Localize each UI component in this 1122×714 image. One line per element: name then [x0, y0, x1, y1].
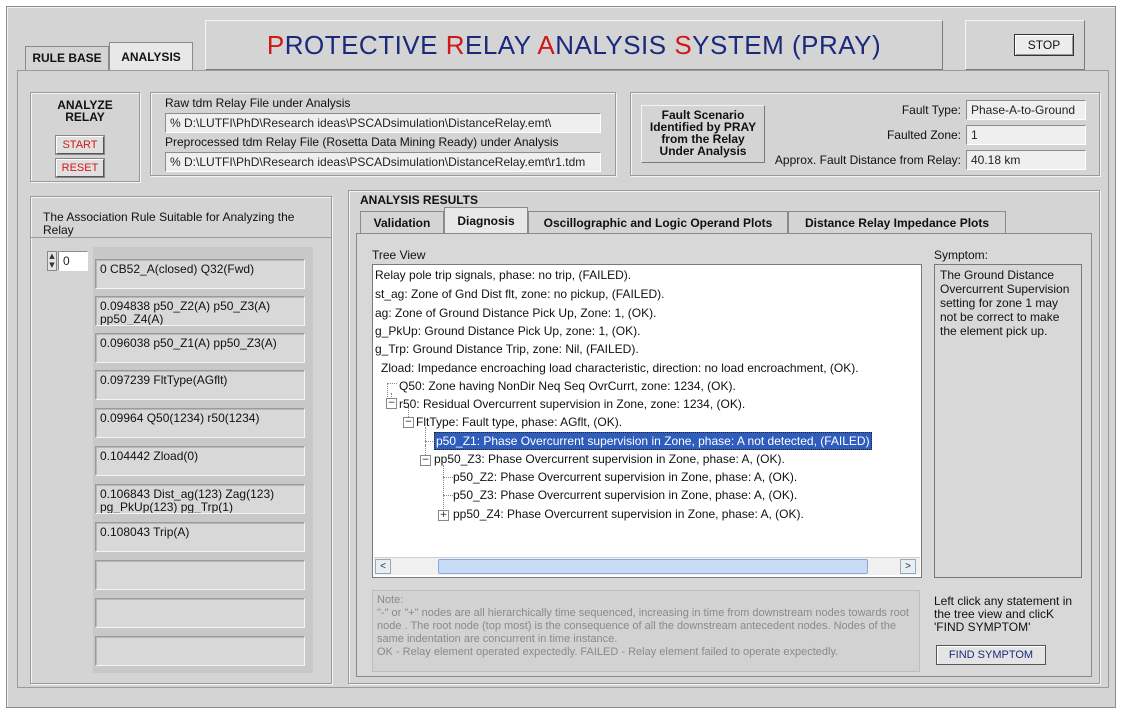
scroll-left-icon[interactable]: <	[375, 559, 391, 574]
tree-node[interactable]: st_ag: Zone of Gnd Dist flt, zone: no pi…	[375, 285, 664, 303]
reset-button[interactable]: RESET	[55, 158, 105, 178]
pre-file-label: Preprocessed tdm Relay File (Rosetta Dat…	[165, 135, 559, 149]
tree-node-selected[interactable]: p50_Z1: Phase Overcurrent supervision in…	[434, 432, 872, 450]
title-letter: R	[445, 30, 465, 60]
analyze-relay-group: ANALYZE RELAY START RESET	[30, 92, 140, 182]
fault-distance-value: 40.18 km	[966, 150, 1086, 170]
raw-file-path: D:\LUTFI\PhD\Research ideas\PSCADsimulat…	[184, 116, 552, 130]
title-letter: S	[674, 30, 693, 60]
tree-node[interactable]: g_PkUp: Ground Distance Pick Up, zone: 1…	[375, 322, 640, 340]
title-text: ROTECTIVE	[284, 30, 446, 60]
fault-scenario-group: Fault Scenario Identified by PRAY from t…	[630, 92, 1100, 176]
symptom-text: The Ground Distance Overcurrent Supervis…	[934, 264, 1082, 578]
tree-node[interactable]: p50_Z2: Phase Overcurrent supervision in…	[453, 468, 797, 486]
pre-file-path: D:\LUTFI\PhD\Research ideas\PSCADsimulat…	[184, 155, 586, 169]
find-symptom-button[interactable]: FIND SYMPTOM	[936, 645, 1046, 665]
title-letter: P	[266, 30, 285, 60]
tab-oscillographic-plots[interactable]: Oscillographic and Logic Operand Plots	[528, 211, 788, 233]
scrollbar-thumb[interactable]	[438, 559, 868, 574]
title-text: NALYSIS	[555, 30, 675, 60]
fault-type-value: Phase-A-to-Ground	[966, 100, 1086, 120]
start-button[interactable]: START	[55, 135, 105, 155]
instruction-text: Left click any statement in the tree vie…	[934, 594, 1073, 634]
analyze-label: ANALYZE RELAY	[31, 99, 139, 123]
tree-connector	[443, 477, 453, 478]
collapse-icon[interactable]: −	[420, 455, 431, 466]
results-heading: ANALYSIS RESULTS	[360, 193, 479, 207]
tree-view-label: Tree View	[372, 248, 426, 262]
rule-heading: The Association Rule Suitable for Analyz…	[43, 210, 295, 237]
title-text: ELAY	[464, 30, 538, 60]
files-group: Raw tdm Relay File under Analysis % D:\L…	[150, 92, 616, 176]
rule-item[interactable]: 0 CB52_A(closed) Q32(Fwd)	[95, 259, 305, 289]
tree-node[interactable]: Zload: Impedance encroaching load charac…	[381, 359, 859, 377]
title-letter: A	[537, 30, 556, 60]
tree-connector	[387, 383, 397, 384]
symptom-label: Symptom:	[934, 248, 989, 262]
tree-node[interactable]: g_Trp: Ground Distance Trip, zone: Nil, …	[375, 340, 639, 358]
title-text: YSTEM (PRAY)	[692, 30, 882, 60]
fault-scenario-box: Fault Scenario Identified by PRAY from t…	[641, 105, 765, 163]
tree-node[interactable]: Q50: Zone having NonDir Neq Seq OvrCurrt…	[399, 377, 736, 395]
tree-node[interactable]: FltType: Fault type, phase: AGflt, (OK).	[416, 413, 622, 431]
raw-file-path-field[interactable]: % D:\LUTFI\PhD\Research ideas\PSCADsimul…	[165, 113, 601, 133]
stop-frame: STOP	[965, 20, 1085, 70]
tree-node[interactable]: pp50_Z4: Phase Overcurrent supervision i…	[453, 505, 804, 523]
rule-item[interactable]	[95, 636, 305, 666]
app-title: PROTECTIVE RELAY ANALYSIS SYSTEM (PRAY)	[206, 24, 942, 66]
pre-file-path-field[interactable]: % D:\LUTFI\PhD\Research ideas\PSCADsimul…	[165, 152, 601, 172]
tree-view[interactable]: − − − + Relay pole trip signals, phase: …	[372, 264, 922, 578]
path-icon: %	[170, 116, 181, 130]
rule-item[interactable]: 0.094838 p50_Z2(A) p50_Z3(A) pp50_Z4(A)	[95, 296, 305, 326]
rule-item[interactable]: 0.096038 p50_Z1(A) pp50_Z3(A)	[95, 333, 305, 363]
tab-validation[interactable]: Validation	[360, 211, 444, 233]
analyze-label-line: RELAY	[65, 110, 105, 124]
collapse-icon[interactable]: −	[386, 398, 397, 409]
expand-icon[interactable]: +	[438, 510, 449, 521]
rule-item[interactable]: 0.09964 Q50(1234) r50(1234)	[95, 408, 305, 438]
rule-item[interactable]: 0.108043 Trip(A)	[95, 522, 305, 552]
tree-node[interactable]: p50_Z3: Phase Overcurrent supervision in…	[453, 486, 797, 504]
stop-button[interactable]: STOP	[1014, 34, 1074, 56]
rule-item[interactable]: 0.104442 Zload(0)	[95, 446, 305, 476]
scroll-right-icon[interactable]: >	[900, 559, 916, 574]
tab-impedance-plots[interactable]: Distance Relay Impedance Plots	[788, 211, 1006, 233]
fault-type-label: Fault Type:	[901, 103, 961, 117]
fault-box-line: Under Analysis	[659, 144, 747, 158]
tree-node[interactable]: pp50_Z3: Phase Overcurrent supervision i…	[434, 450, 785, 468]
tab-analysis[interactable]: ANALYSIS	[109, 42, 193, 71]
note-legend: OK - Relay element operated expectedly. …	[377, 646, 839, 658]
tree-connector	[443, 495, 453, 496]
tab-rule-base[interactable]: RULE BASE	[25, 46, 109, 70]
note-label: Note:	[377, 594, 404, 606]
rule-item[interactable]	[95, 560, 305, 590]
horizontal-scrollbar[interactable]: < >	[374, 557, 920, 575]
divider	[31, 237, 331, 238]
collapse-icon[interactable]: −	[403, 417, 414, 428]
tree-node[interactable]: ag: Zone of Ground Distance Pick Up, Zon…	[375, 304, 656, 322]
title-banner: PROTECTIVE RELAY ANALYSIS SYSTEM (PRAY)	[205, 20, 943, 70]
index-spinner-icon[interactable]: ▲ ▼	[47, 251, 57, 271]
path-icon: %	[170, 155, 181, 169]
tree-node[interactable]: r50: Residual Overcurrent supervision in…	[399, 395, 745, 413]
faulted-zone-label: Faulted Zone:	[886, 128, 961, 142]
rule-item[interactable]: 0.106843 Dist_ag(123) Zag(123) pg_PkUp(1…	[95, 484, 305, 514]
faulted-zone-value: 1	[966, 125, 1086, 145]
rule-item[interactable]: 0.097239 FltType(AGflt)	[95, 370, 305, 400]
tab-diagnosis[interactable]: Diagnosis	[444, 207, 528, 234]
tree-node[interactable]: Relay pole trip signals, phase: no trip,…	[375, 266, 631, 284]
note-text: "-" or "+" nodes are all hierarchically …	[377, 607, 909, 645]
fault-distance-label: Approx. Fault Distance from Relay:	[774, 153, 961, 167]
raw-file-label: Raw tdm Relay File under Analysis	[165, 96, 351, 110]
rule-index-input[interactable]: 0	[58, 251, 88, 271]
rule-item[interactable]	[95, 598, 305, 628]
note-box: Note: "-" or "+" nodes are all hierarchi…	[372, 590, 920, 672]
